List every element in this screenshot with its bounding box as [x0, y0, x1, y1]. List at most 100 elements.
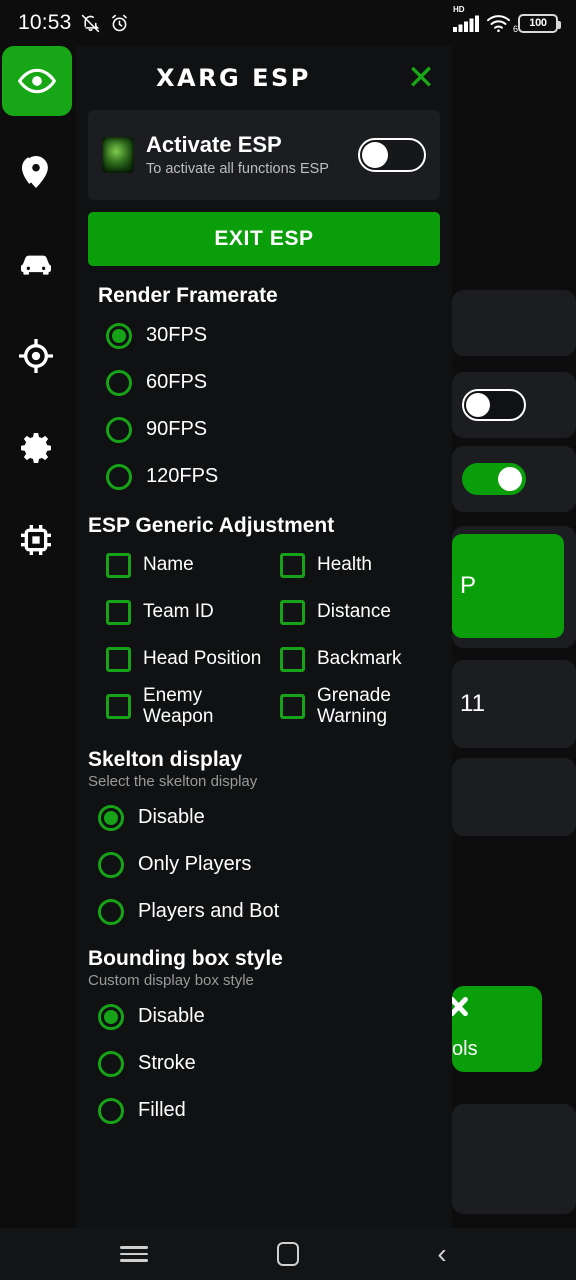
radio-indicator — [106, 463, 132, 490]
radio-skelton-disable[interactable]: Disable — [98, 794, 440, 841]
status-time: 10:53 — [18, 11, 72, 34]
checkbox-team-id[interactable]: Team ID — [106, 589, 266, 636]
sidebar-rail — [0, 46, 76, 1228]
bg-card-2 — [452, 372, 576, 438]
status-bar: 10:53 HD 6 100 — [0, 0, 576, 46]
esp-generic-options: Name Health Team ID Distance Head Positi… — [88, 542, 440, 730]
radio-label: Only Players — [138, 853, 252, 875]
radio-box-disable[interactable]: Disable — [98, 993, 440, 1040]
bg-card-3 — [452, 446, 576, 512]
toggle-knob — [362, 142, 388, 168]
radio-60fps[interactable]: 60FPS — [106, 359, 440, 406]
checkbox-health[interactable]: Health — [280, 542, 440, 589]
checkbox-label: Grenade Warning — [317, 684, 391, 727]
radio-label: 120FPS — [146, 465, 219, 487]
radio-label: Stroke — [138, 1052, 196, 1074]
bg-tools-button[interactable]: ols — [449, 986, 542, 1072]
checkbox-backmark[interactable]: Backmark — [280, 636, 440, 683]
recents-icon — [120, 1242, 148, 1266]
avatar — [102, 137, 134, 173]
bg-card-1 — [452, 290, 576, 356]
bg-card-7 — [452, 1104, 576, 1214]
radio-120fps[interactable]: 120FPS — [106, 453, 440, 500]
radio-indicator — [98, 1003, 124, 1030]
battery-icon: 100 — [518, 13, 561, 33]
activate-esp-texts: Activate ESP To activate all functions E… — [146, 132, 346, 178]
checkbox-grenade-warning[interactable]: Grenade Warning — [280, 683, 440, 730]
bg-toggle-off[interactable] — [462, 389, 526, 421]
checkbox-name[interactable]: Name — [106, 542, 266, 589]
radio-indicator — [106, 416, 132, 443]
sidebar-item-memory[interactable] — [0, 504, 72, 576]
target-icon — [16, 336, 56, 376]
radio-indicator — [98, 804, 124, 831]
radio-label: 60FPS — [146, 371, 208, 393]
chip-icon — [16, 520, 56, 560]
hd-label: HD — [453, 5, 465, 14]
radio-indicator — [98, 1097, 124, 1124]
bg-card-6 — [452, 758, 576, 836]
checkbox-indicator — [280, 647, 305, 672]
bounding-box-title: Bounding box style — [88, 947, 283, 970]
radio-label: Players and Bot — [138, 900, 280, 922]
panel-header: XARG ESP ✕ — [76, 46, 452, 110]
checkbox-label: Health — [317, 554, 372, 576]
radio-indicator — [98, 898, 124, 925]
checkbox-label: Backmark — [317, 648, 402, 670]
activate-esp-card[interactable]: Activate ESP To activate all functions E… — [88, 110, 440, 200]
radio-skelton-players-and-bot[interactable]: Players and Bot — [98, 888, 440, 935]
radio-90fps[interactable]: 90FPS — [106, 406, 440, 453]
car-icon — [16, 244, 56, 284]
radio-label: 90FPS — [146, 418, 208, 440]
activate-esp-title: Activate ESP — [146, 131, 282, 157]
skelton-display-title: Skelton display — [88, 748, 243, 771]
bg-green-button[interactable]: P — [452, 534, 564, 638]
checkbox-distance[interactable]: Distance — [280, 589, 440, 636]
sidebar-item-aim[interactable] — [0, 320, 72, 392]
checkbox-label: Enemy Weapon — [143, 684, 214, 727]
checkbox-enemy-weapon[interactable]: Enemy Weapon — [106, 683, 266, 730]
bg-toggle-on[interactable] — [462, 463, 526, 495]
radio-box-filled[interactable]: Filled — [98, 1087, 440, 1134]
exit-esp-button[interactable]: EXIT ESP — [88, 212, 440, 266]
radio-label: Disable — [138, 806, 205, 828]
sidebar-item-location[interactable] — [0, 136, 72, 208]
checkbox-indicator — [280, 694, 305, 719]
location-pin-icon — [17, 153, 55, 191]
bg-toggle-knob — [466, 393, 490, 417]
esp-panel: XARG ESP ✕ Activate ESP To activate all … — [76, 46, 452, 1228]
radio-indicator — [98, 851, 124, 878]
home-icon — [277, 1242, 299, 1266]
home-button[interactable] — [266, 1238, 310, 1270]
radio-label: Filled — [138, 1099, 186, 1121]
radio-skelton-only-players[interactable]: Only Players — [98, 841, 440, 888]
recents-button[interactable] — [112, 1238, 156, 1270]
radio-30fps[interactable]: 30FPS — [106, 312, 440, 359]
radio-indicator — [106, 322, 132, 349]
chevron-left-icon: ‹ — [437, 1238, 447, 1269]
panel-body: Activate ESP To activate all functions E… — [76, 110, 452, 1134]
sidebar-item-settings[interactable] — [0, 412, 72, 484]
sidebar-item-esp[interactable] — [2, 46, 72, 116]
checkbox-head-position[interactable]: Head Position — [106, 636, 266, 683]
screen: 10:53 HD 6 100 P 11 ols XARG ESP ✕ Activ… — [0, 0, 576, 1280]
radio-label: 30FPS — [146, 324, 208, 346]
eye-icon — [17, 61, 57, 101]
checkbox-indicator — [106, 600, 131, 625]
activate-esp-toggle[interactable] — [358, 138, 426, 172]
checkbox-indicator — [106, 694, 131, 719]
radio-label: Disable — [138, 1005, 205, 1027]
render-framerate-options: 30FPS 60FPS 90FPS 120FPS — [88, 312, 440, 500]
back-button[interactable]: ‹ — [420, 1238, 464, 1270]
checkbox-label: Head Position — [143, 648, 262, 670]
close-icon[interactable]: ✕ — [404, 61, 438, 95]
battery-level-label: 100 — [529, 17, 547, 29]
checkbox-label: Team ID — [143, 601, 214, 623]
radio-box-stroke[interactable]: Stroke — [98, 1040, 440, 1087]
sidebar-item-vehicle[interactable] — [0, 228, 72, 300]
bounding-box-subtitle: Custom display box style — [88, 972, 254, 989]
skelton-display-options: Disable Only Players Players and Bot — [88, 794, 440, 935]
skelton-display-subtitle: Select the skelton display — [88, 773, 258, 790]
checkbox-label: Name — [143, 554, 194, 576]
